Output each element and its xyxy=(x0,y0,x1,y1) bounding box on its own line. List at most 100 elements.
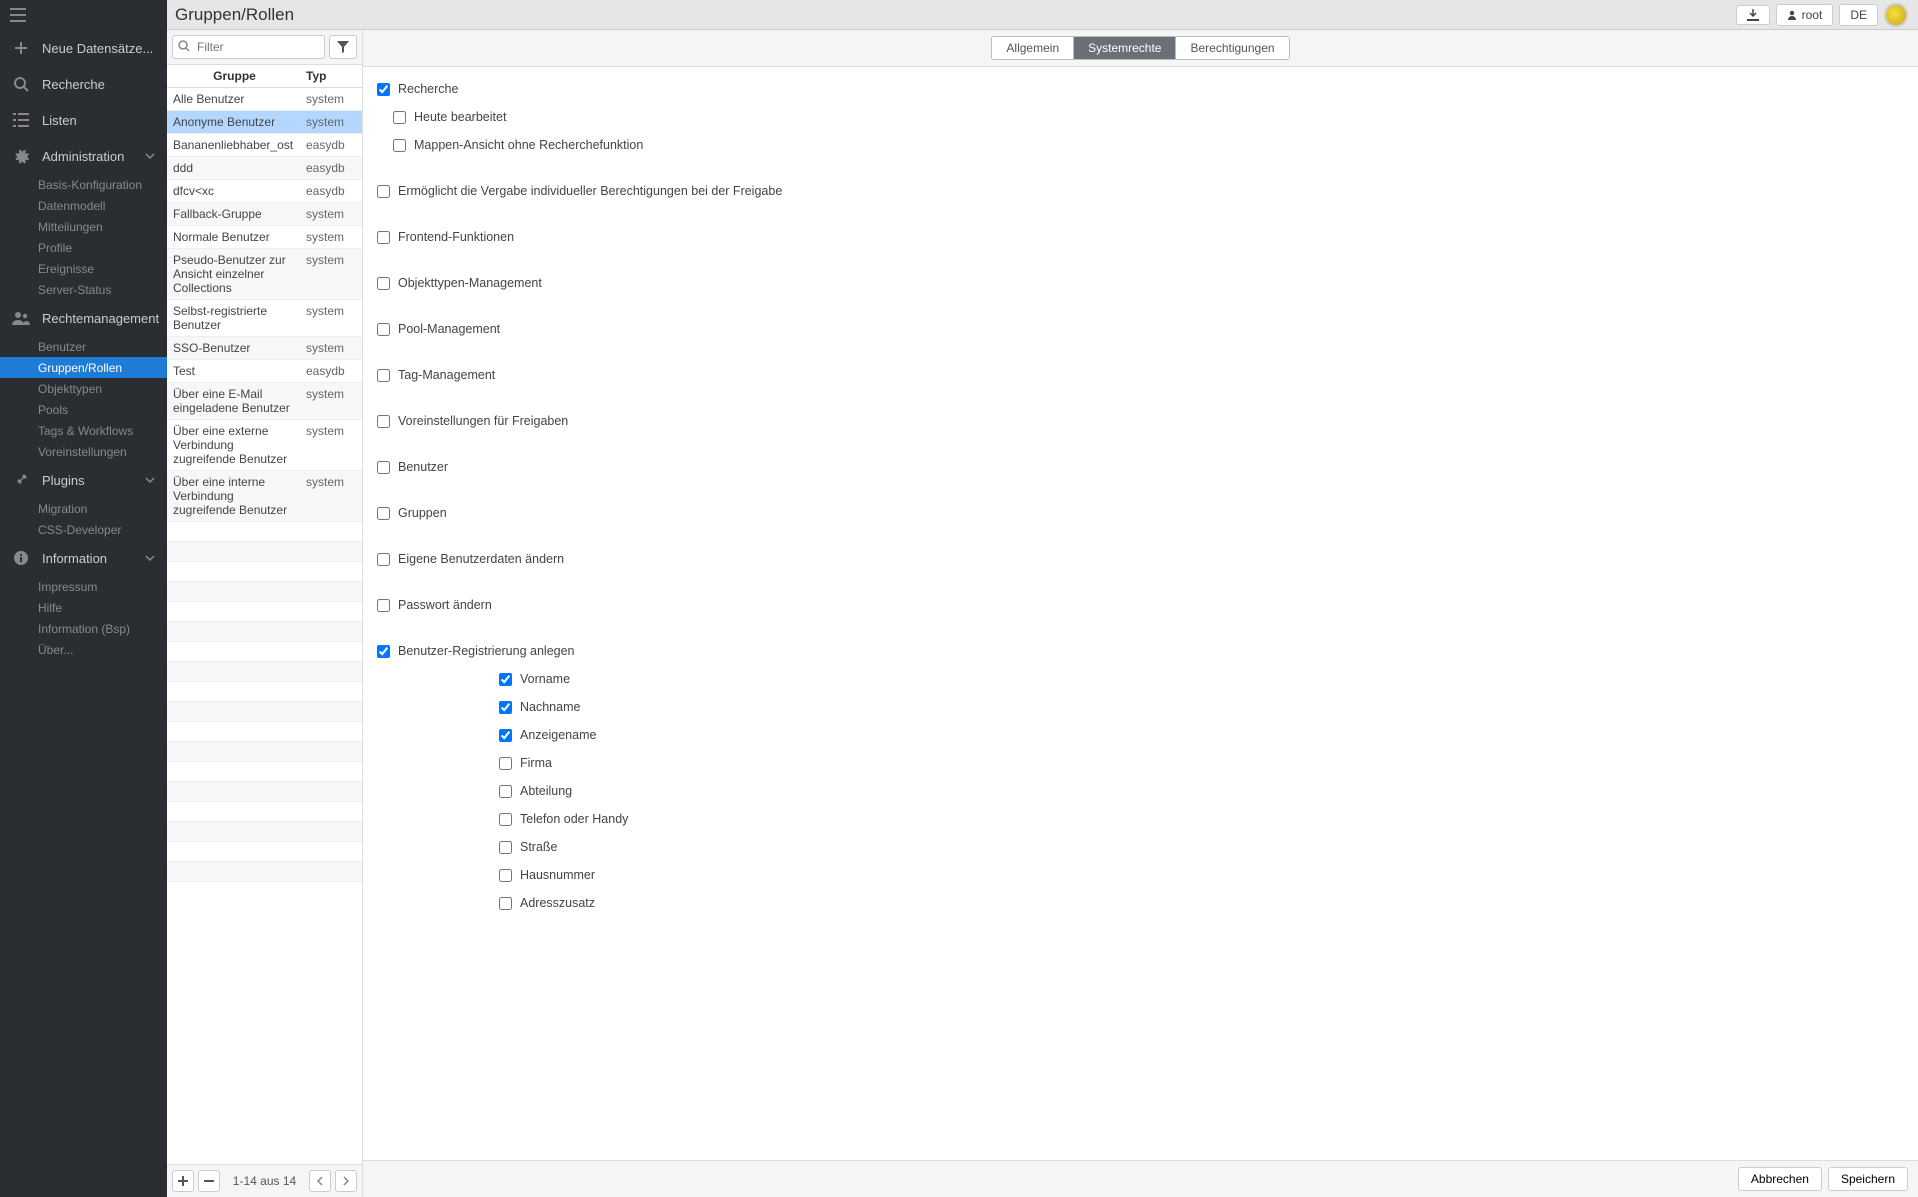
filter-button[interactable] xyxy=(329,35,357,59)
sidebar-sub-item[interactable]: Impressum xyxy=(0,576,167,597)
permission-checkbox[interactable] xyxy=(377,599,390,612)
permission-row[interactable]: Telefon oder Handy xyxy=(377,805,1904,833)
permission-checkbox[interactable] xyxy=(377,645,390,658)
sidebar-sub-item[interactable]: Gruppen/Rollen xyxy=(0,357,167,378)
list-row[interactable]: Selbst-registrierte Benutzersystem xyxy=(167,300,362,337)
permission-checkbox[interactable] xyxy=(377,553,390,566)
list-row[interactable]: Fallback-Gruppesystem xyxy=(167,203,362,226)
permission-checkbox[interactable] xyxy=(499,673,512,686)
permission-checkbox[interactable] xyxy=(377,415,390,428)
next-button[interactable] xyxy=(335,1170,357,1192)
list-row[interactable]: dfcv<xceasydb xyxy=(167,180,362,203)
permission-checkbox[interactable] xyxy=(377,277,390,290)
permission-checkbox[interactable] xyxy=(499,813,512,826)
col-type-header[interactable]: Typ xyxy=(302,65,362,87)
permission-checkbox[interactable] xyxy=(377,369,390,382)
permission-checkbox[interactable] xyxy=(393,139,406,152)
sidebar-sub-item[interactable]: Hilfe xyxy=(0,597,167,618)
permission-row[interactable]: Pool-Management xyxy=(377,315,1904,343)
sidebar-information[interactable]: Information xyxy=(0,540,167,576)
permission-checkbox[interactable] xyxy=(499,869,512,882)
sidebar-sub-item[interactable]: Tags & Workflows xyxy=(0,420,167,441)
permission-row[interactable]: Straße xyxy=(377,833,1904,861)
permission-row[interactable]: Heute bearbeitet xyxy=(377,103,1904,131)
avatar[interactable] xyxy=(1884,3,1908,27)
permission-row[interactable]: Tag-Management xyxy=(377,361,1904,389)
tab-permissions[interactable]: Berechtigungen xyxy=(1176,37,1288,59)
permission-row[interactable]: Nachname xyxy=(377,693,1904,721)
sidebar-sub-item[interactable]: Migration xyxy=(0,498,167,519)
permission-checkbox[interactable] xyxy=(499,701,512,714)
list-row[interactable]: Alle Benutzersystem xyxy=(167,88,362,111)
sidebar-plugins[interactable]: Plugins xyxy=(0,462,167,498)
lang-button[interactable]: DE xyxy=(1839,4,1878,26)
permission-checkbox[interactable] xyxy=(377,323,390,336)
permission-row[interactable]: Gruppen xyxy=(377,499,1904,527)
permission-checkbox[interactable] xyxy=(499,729,512,742)
sidebar-sub-item[interactable]: CSS-Developer xyxy=(0,519,167,540)
tab-system-rights[interactable]: Systemrechte xyxy=(1074,37,1176,59)
list-row[interactable]: Anonyme Benutzersystem xyxy=(167,111,362,134)
permission-row[interactable]: Recherche xyxy=(377,75,1904,103)
permission-checkbox[interactable] xyxy=(499,757,512,770)
list-row[interactable]: Pseudo-Benutzer zur Ansicht einzelner Co… xyxy=(167,249,362,300)
list-row[interactable]: dddeasydb xyxy=(167,157,362,180)
list-row[interactable]: SSO-Benutzersystem xyxy=(167,337,362,360)
list-row[interactable]: Über eine E-Mail eingeladene Benutzersys… xyxy=(167,383,362,420)
permission-checkbox[interactable] xyxy=(499,897,512,910)
sidebar-sub-item[interactable]: Basis-Konfiguration xyxy=(0,174,167,195)
permission-row[interactable]: Passwort ändern xyxy=(377,591,1904,619)
sidebar-search[interactable]: Recherche xyxy=(0,66,167,102)
permission-checkbox[interactable] xyxy=(377,231,390,244)
hamburger-menu[interactable] xyxy=(0,0,167,30)
permission-row[interactable]: Hausnummer xyxy=(377,861,1904,889)
save-button[interactable]: Speichern xyxy=(1828,1167,1908,1191)
permission-row[interactable]: Firma xyxy=(377,749,1904,777)
permission-row[interactable]: Objekttypen-Management xyxy=(377,269,1904,297)
permission-row[interactable]: Benutzer-Registrierung anlegen xyxy=(377,637,1904,665)
sidebar-rights[interactable]: Rechtemanagement xyxy=(0,300,167,336)
permission-row[interactable]: Ermöglicht die Vergabe individueller Ber… xyxy=(377,177,1904,205)
list-row[interactable]: Über eine interne Verbindung zugreifende… xyxy=(167,471,362,522)
add-button[interactable] xyxy=(172,1170,194,1192)
permission-row[interactable]: Frontend-Funktionen xyxy=(377,223,1904,251)
sidebar-sub-item[interactable]: Über... xyxy=(0,639,167,660)
permission-row[interactable]: Adresszusatz xyxy=(377,889,1904,917)
remove-button[interactable] xyxy=(198,1170,220,1192)
sidebar-sub-item[interactable]: Datenmodell xyxy=(0,195,167,216)
download-button[interactable] xyxy=(1736,5,1770,25)
cancel-button[interactable]: Abbrechen xyxy=(1738,1167,1822,1191)
permission-checkbox[interactable] xyxy=(393,111,406,124)
list-row[interactable]: Testeasydb xyxy=(167,360,362,383)
sidebar-sub-item[interactable]: Server-Status xyxy=(0,279,167,300)
permission-checkbox[interactable] xyxy=(377,185,390,198)
list-row[interactable]: Normale Benutzersystem xyxy=(167,226,362,249)
list-row[interactable]: Über eine externe Verbindung zugreifende… xyxy=(167,420,362,471)
permission-row[interactable]: Voreinstellungen für Freigaben xyxy=(377,407,1904,435)
sidebar-sub-item[interactable]: Mitteilungen xyxy=(0,216,167,237)
user-button[interactable]: root xyxy=(1776,4,1834,26)
sidebar-sub-item[interactable]: Voreinstellungen xyxy=(0,441,167,462)
permission-checkbox[interactable] xyxy=(377,507,390,520)
sidebar-sub-item[interactable]: Information (Bsp) xyxy=(0,618,167,639)
permission-checkbox[interactable] xyxy=(499,785,512,798)
permission-row[interactable]: Anzeigename xyxy=(377,721,1904,749)
permission-checkbox[interactable] xyxy=(499,841,512,854)
sidebar-administration[interactable]: Administration xyxy=(0,138,167,174)
sidebar-sub-item[interactable]: Profile xyxy=(0,237,167,258)
permission-row[interactable]: Benutzer xyxy=(377,453,1904,481)
sidebar-new-records[interactable]: Neue Datensätze... xyxy=(0,30,167,66)
sidebar-lists[interactable]: Listen xyxy=(0,102,167,138)
sidebar-sub-item[interactable]: Benutzer xyxy=(0,336,167,357)
prev-button[interactable] xyxy=(309,1170,331,1192)
list-row[interactable]: Bananenliebhaber_osteasydb xyxy=(167,134,362,157)
permission-row[interactable]: Mappen-Ansicht ohne Recherchefunktion xyxy=(377,131,1904,159)
tab-general[interactable]: Allgemein xyxy=(992,37,1074,59)
permission-row[interactable]: Abteilung xyxy=(377,777,1904,805)
filter-input[interactable] xyxy=(172,35,325,59)
permission-row[interactable]: Eigene Benutzerdaten ändern xyxy=(377,545,1904,573)
col-group-header[interactable]: Gruppe xyxy=(167,65,302,87)
permission-row[interactable]: Vorname xyxy=(377,665,1904,693)
sidebar-sub-item[interactable]: Objekttypen xyxy=(0,378,167,399)
permission-checkbox[interactable] xyxy=(377,83,390,96)
